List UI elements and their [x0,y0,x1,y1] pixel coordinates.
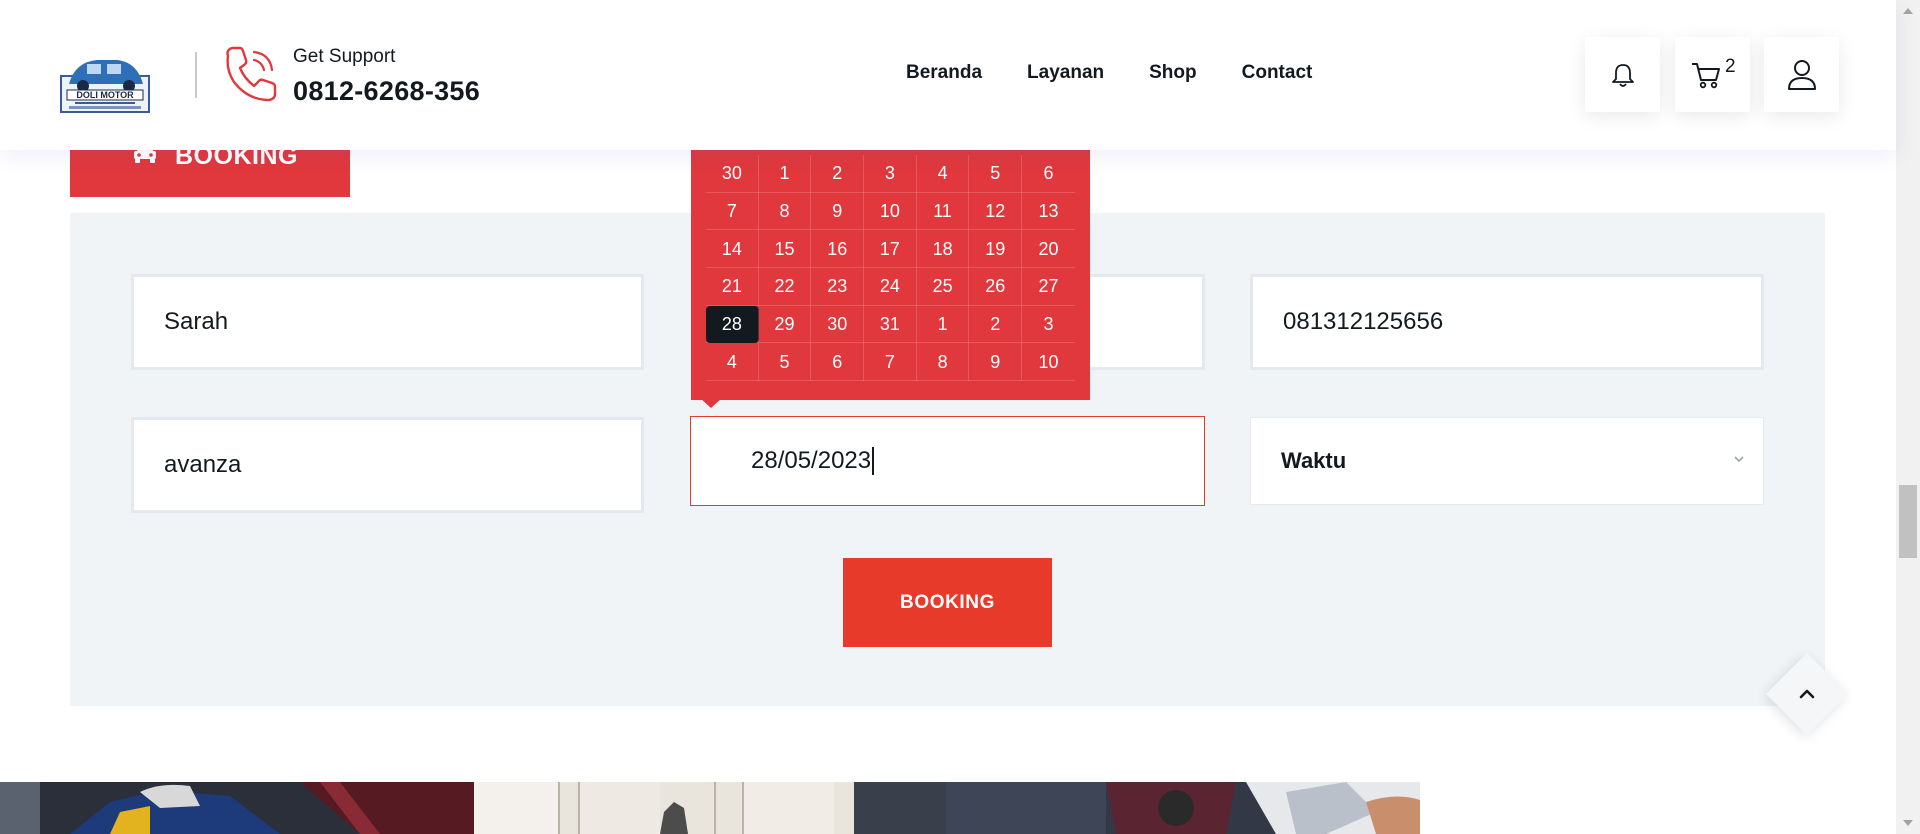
nav-link-layanan[interactable]: Layanan [1027,62,1104,84]
bell-icon [1611,63,1634,87]
datepicker-grid: 30 1 2 3 4 5 6 7 8 9 10 11 12 13 14 15 1… [706,155,1075,382]
datepicker-day[interactable]: 26 [969,268,1023,306]
datepicker-popup: 30 1 2 3 4 5 6 7 8 9 10 11 12 13 14 15 1… [691,150,1090,400]
nav-link-beranda[interactable]: Beranda [906,62,982,84]
header-divider [195,52,197,98]
gallery-image-engine[interactable] [946,782,1420,834]
scrollbar-thumb[interactable] [1899,485,1917,558]
datepicker-day[interactable]: 11 [917,192,970,231]
datepicker-day[interactable]: 13 [1022,193,1075,231]
datepicker-day[interactable]: 4 [917,155,970,193]
datepicker-day[interactable]: 31 [864,305,917,344]
doli-motor-logo[interactable]: DOLI MOTOR [57,50,153,116]
datepicker-day[interactable]: 7 [864,343,917,382]
gallery-image-mechanic[interactable] [0,782,474,834]
datepicker-day[interactable]: 2 [811,155,865,193]
datepicker-day[interactable]: 18 [917,230,970,269]
datepicker-day[interactable]: 3 [864,155,917,193]
notification-button[interactable] [1585,37,1660,112]
phone-icon [226,46,277,102]
datepicker-day[interactable]: 21 [706,268,759,306]
datepicker-day[interactable]: 5 [759,343,812,382]
main-nav: Beranda Layanan Shop Contact [906,62,1357,84]
scroll-up-arrow-icon[interactable] [1903,8,1913,14]
datepicker-day[interactable]: 1 [759,155,812,193]
phone-input[interactable]: 081312125656 [1250,274,1764,370]
datepicker-week: 30 1 2 3 4 5 6 [706,155,1075,193]
text-caret [872,447,875,475]
datepicker-day[interactable]: 14 [706,230,759,269]
datepicker-week: 4 5 6 7 8 9 10 [706,343,1075,382]
datepicker-day[interactable]: 19 [969,230,1023,269]
datepicker-day[interactable]: 4 [706,343,759,382]
account-button[interactable] [1764,37,1839,112]
support-phone-number[interactable]: 0812-6268-356 [293,76,480,107]
datepicker-day[interactable]: 10 [1022,343,1075,381]
datepicker-week: 21 22 23 24 25 26 27 [706,268,1075,306]
datepicker-day[interactable]: 1 [917,305,970,344]
chevron-up-icon [1799,689,1815,699]
nav-link-contact[interactable]: Contact [1242,62,1313,84]
svg-text:DOLI MOTOR: DOLI MOTOR [76,90,134,100]
datepicker-day[interactable]: 20 [1022,230,1075,268]
datepicker-day[interactable]: 30 [706,155,759,193]
date-input[interactable]: 28/05/2023 [690,416,1205,506]
chevron-down-icon [1734,456,1744,463]
datepicker-day[interactable]: 25 [917,268,970,306]
datepicker-day[interactable]: 9 [811,192,865,231]
page: DOLI MOTOR Get Support 0812-6268-356 Ber… [0,0,1920,834]
user-icon [1787,59,1816,90]
car-type-input[interactable]: avanza [131,417,644,513]
datepicker-day[interactable]: 10 [864,192,917,231]
datepicker-day[interactable]: 7 [706,192,759,231]
datepicker-day[interactable]: 6 [1022,155,1075,193]
datepicker-day[interactable]: 8 [917,343,970,382]
datepicker-day[interactable]: 23 [811,268,865,306]
datepicker-day[interactable]: 30 [811,305,865,344]
scroll-down-arrow-icon[interactable] [1903,820,1913,826]
datepicker-day[interactable]: 12 [969,192,1023,231]
support-label: Get Support [293,46,396,67]
datepicker-day[interactable]: 27 [1022,268,1075,306]
datepicker-day[interactable]: 5 [969,155,1023,193]
datepicker-day[interactable]: 22 [759,268,812,306]
datepicker-day[interactable]: 2 [969,305,1023,344]
site-header: DOLI MOTOR Get Support 0812-6268-356 Ber… [0,0,1896,150]
datepicker-day[interactable]: 8 [759,192,812,231]
cart-count-badge: 2 [1725,56,1736,77]
datepicker-day-selected[interactable]: 28 [706,305,759,344]
datepicker-day[interactable]: 24 [864,268,917,306]
cart-icon [1691,62,1720,88]
datepicker-week: 7 8 9 10 11 12 13 [706,192,1075,231]
name-input[interactable]: Sarah [131,274,644,370]
datepicker-day[interactable]: 15 [759,230,812,269]
time-select-label: Waktu [1281,448,1347,473]
datepicker-pointer [700,398,722,408]
datepicker-day[interactable]: 3 [1022,306,1075,344]
nav-link-shop[interactable]: Shop [1149,62,1197,84]
datepicker-week: 14 15 16 17 18 19 20 [706,230,1075,269]
cart-button[interactable] [1675,37,1750,112]
datepicker-day[interactable]: 9 [969,343,1023,382]
datepicker-week: 28 29 30 31 1 2 3 [706,305,1075,344]
date-input-value: 28/05/2023 [751,447,872,474]
booking-submit-button[interactable]: BOOKING [843,558,1052,647]
datepicker-day[interactable]: 17 [864,230,917,269]
gallery-strip [0,782,1896,834]
datepicker-day[interactable]: 16 [811,230,865,269]
datepicker-day[interactable]: 29 [759,305,812,344]
gallery-image-workshop[interactable] [474,782,946,834]
datepicker-day[interactable]: 6 [811,343,865,382]
page-scrollbar[interactable] [1896,0,1920,834]
time-select[interactable]: Waktu [1250,417,1764,505]
